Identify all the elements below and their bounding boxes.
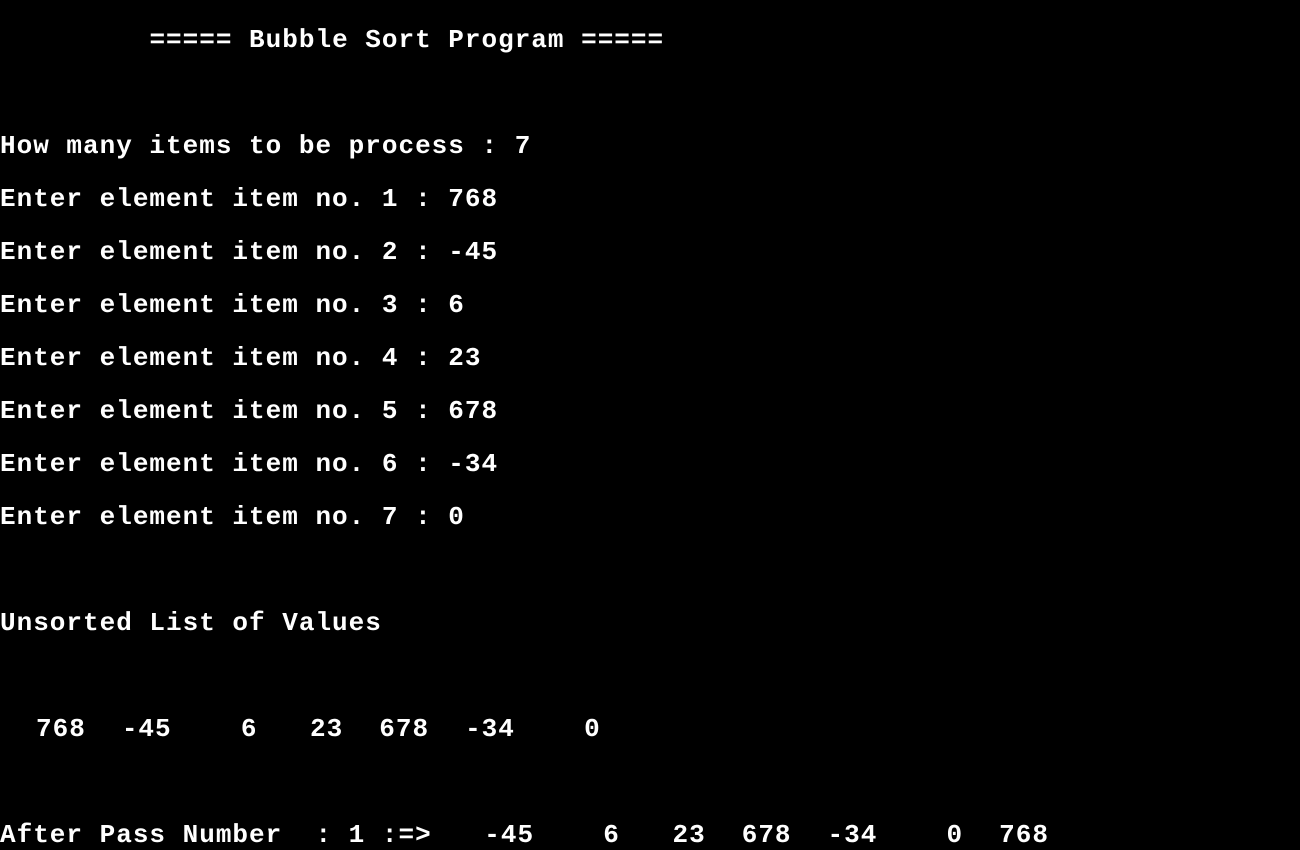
input-value: -34	[448, 449, 498, 479]
blank-line	[0, 769, 1300, 796]
input-line: Enter element item no. 1 : 768	[0, 186, 1300, 213]
input-value: 6	[448, 290, 465, 320]
blank-line	[0, 80, 1300, 107]
input-value: 678	[448, 396, 498, 426]
input-line: Enter element item no. 7 : 0	[0, 504, 1300, 531]
input-line: Enter element item no. 3 : 6	[0, 292, 1300, 319]
input-line: Enter element item no. 4 : 23	[0, 345, 1300, 372]
input-value: -45	[448, 237, 498, 267]
count-prompt-line: How many items to be process : 7	[0, 133, 1300, 160]
count-prompt: How many items to be process :	[0, 131, 515, 161]
unsorted-header: Unsorted List of Values	[0, 610, 1300, 637]
input-value: 768	[448, 184, 498, 214]
blank-line	[0, 557, 1300, 584]
terminal-output: ===== Bubble Sort Program ===== How many…	[0, 0, 1300, 850]
input-value: 0	[448, 502, 465, 532]
program-title: ===== Bubble Sort Program =====	[149, 25, 664, 55]
title-line: ===== Bubble Sort Program =====	[0, 27, 1300, 54]
input-line: Enter element item no. 6 : -34	[0, 451, 1300, 478]
input-line: Enter element item no. 2 : -45	[0, 239, 1300, 266]
blank-line	[0, 663, 1300, 690]
count-value: 7	[515, 131, 532, 161]
pass-line: After Pass Number : 1 :=> -45623678-3407…	[0, 822, 1300, 849]
unsorted-values: 768-45623678-340	[0, 716, 1300, 743]
input-line: Enter element item no. 5 : 678	[0, 398, 1300, 425]
input-value: 23	[448, 343, 481, 373]
